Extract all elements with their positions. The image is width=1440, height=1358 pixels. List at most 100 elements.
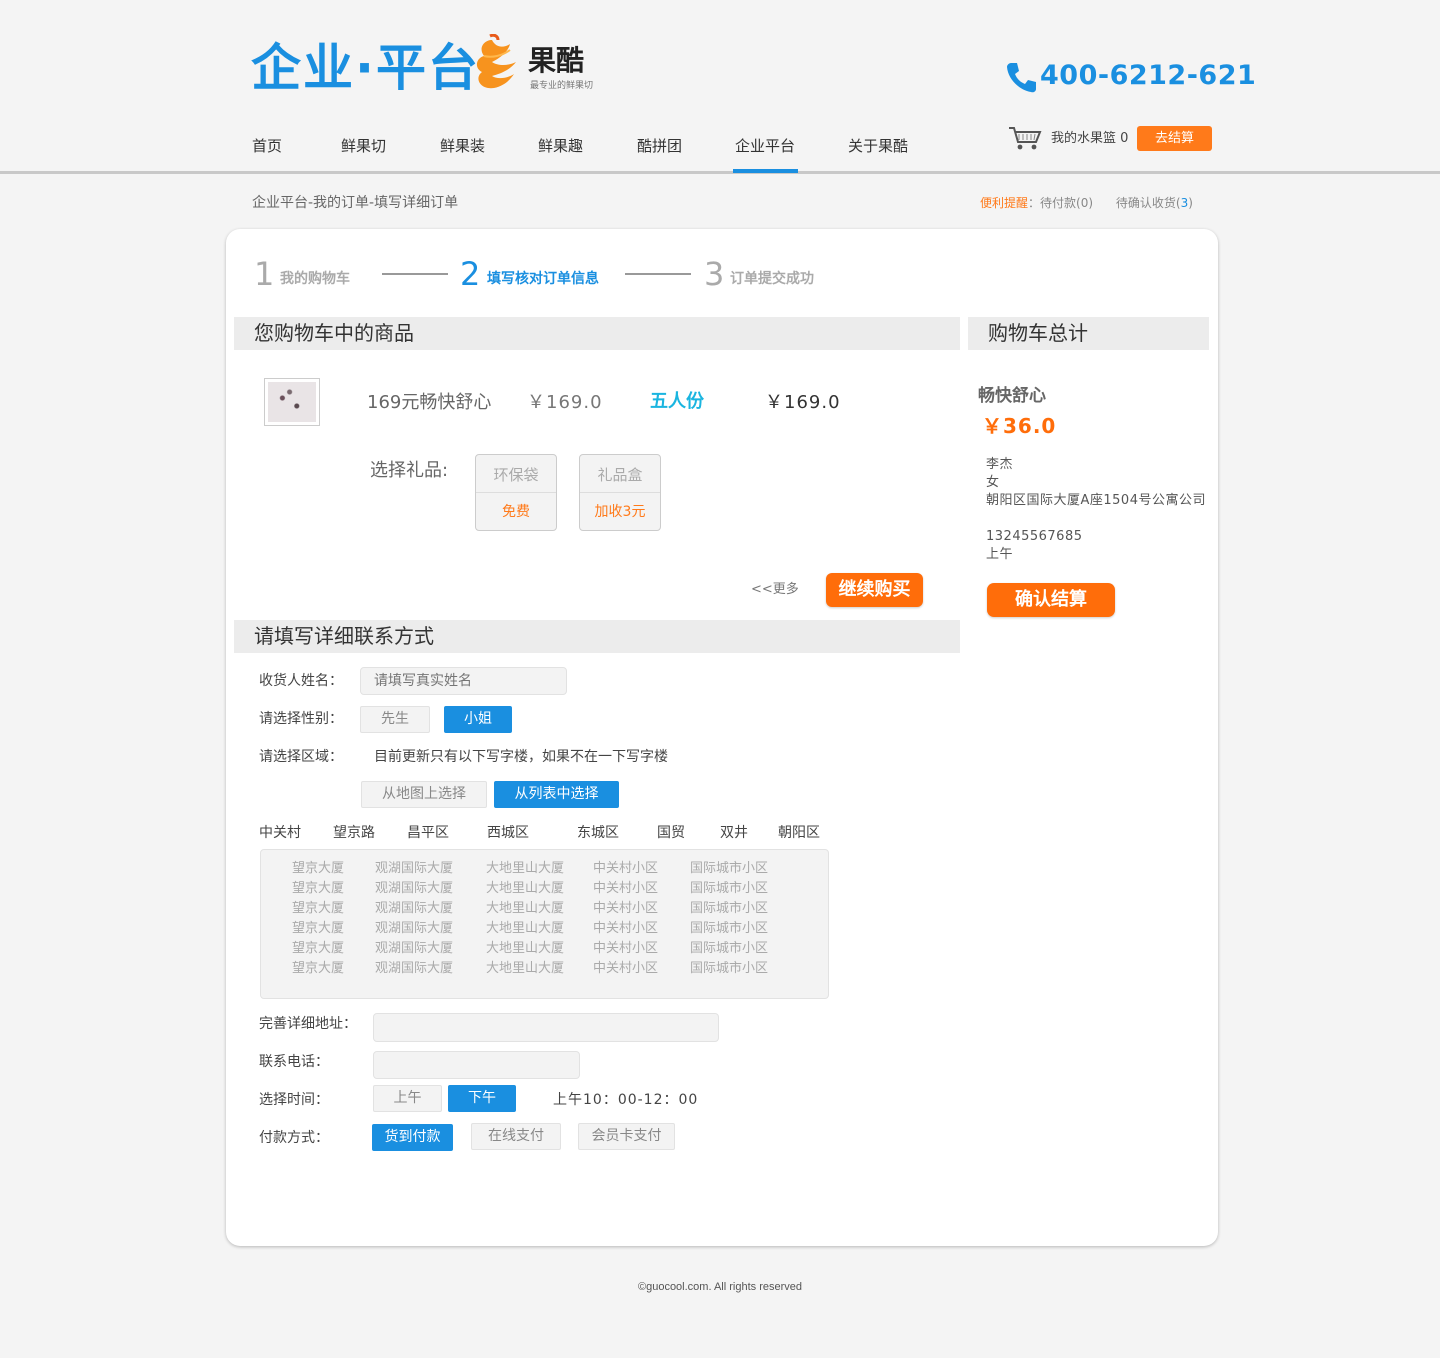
- building-option[interactable]: 中关村小区: [593, 919, 658, 939]
- payment-label: 付款方式：: [259, 1130, 329, 1146]
- building-option[interactable]: 观湖国际大厦: [375, 859, 453, 879]
- shopping-cart-icon[interactable]: [1008, 125, 1042, 151]
- footer-copyright: ©guocool.com. All rights reserved: [637, 1281, 802, 1293]
- summary-phone: 13245567685: [986, 529, 1083, 544]
- step-3-number: 3: [704, 255, 725, 293]
- district-tab[interactable]: 双井: [720, 823, 748, 843]
- time-option-afternoon[interactable]: 下午: [448, 1085, 516, 1112]
- summary-recipient-gender: 女: [986, 475, 1000, 490]
- nav-item-fresh-pack[interactable]: 鲜果装: [440, 134, 485, 158]
- phone-icon: [1007, 63, 1036, 93]
- building-option[interactable]: 观湖国际大厦: [375, 899, 453, 919]
- nav-item-group-buy[interactable]: 酷拼团: [637, 134, 682, 158]
- building-option[interactable]: 望京大厦: [292, 879, 344, 899]
- gift-title: 礼品盒: [580, 455, 660, 493]
- phone-input[interactable]: [373, 1051, 580, 1079]
- building-option[interactable]: 国际城市小区: [690, 859, 768, 879]
- district-tab[interactable]: 望京路: [333, 823, 375, 843]
- product-name[interactable]: 169元畅快舒心: [367, 390, 491, 416]
- pay-option-member-card[interactable]: 会员卡支付: [578, 1123, 675, 1150]
- logo-separator: ·: [355, 39, 376, 97]
- gender-option-ms[interactable]: 小姐: [444, 706, 512, 733]
- summary-time: 上午: [986, 547, 1014, 562]
- building-option[interactable]: 望京大厦: [292, 919, 344, 939]
- building-option[interactable]: 望京大厦: [292, 959, 344, 979]
- building-option[interactable]: 大地里山大厦: [486, 939, 564, 959]
- building-option[interactable]: 观湖国际大厦: [375, 959, 453, 979]
- pending-payment-link[interactable]: 待付款(0): [1040, 196, 1093, 210]
- select-from-map-button[interactable]: 从地图上选择: [361, 781, 487, 808]
- gift-option-gift-box[interactable]: 礼品盒 加收3元: [579, 454, 661, 531]
- platform-logo[interactable]: 企业·平台: [251, 38, 480, 98]
- district-tab[interactable]: 西城区: [487, 823, 529, 843]
- cart-items-heading: 您购物车中的商品: [234, 317, 960, 350]
- more-link[interactable]: <<更多: [751, 580, 799, 600]
- pending-receive-link[interactable]: 待确认收货(3): [1116, 196, 1193, 210]
- step-1-number: 1: [254, 255, 275, 293]
- brand-tagline: 最专业的鲜果切: [530, 81, 594, 91]
- district-tab[interactable]: 昌平区: [407, 823, 449, 843]
- summary-item-name: 畅快舒心: [978, 386, 1046, 406]
- building-option[interactable]: 国际城市小区: [690, 899, 768, 919]
- select-from-list-button[interactable]: 从列表中选择: [494, 781, 619, 808]
- confirm-checkout-button[interactable]: 确认结算: [987, 583, 1115, 617]
- detailed-address-input[interactable]: [373, 1013, 719, 1042]
- recipient-name-label: 收货人姓名：: [259, 673, 343, 689]
- pay-option-cod[interactable]: 货到付款: [372, 1124, 453, 1151]
- address-label: 完善详细地址：: [259, 1016, 357, 1032]
- order-reminder: 便利提醒：待付款(0) 待确认收货(3): [980, 194, 1193, 212]
- summary-address: 朝阳区国际大厦A座1504号公寓公司: [986, 493, 1206, 508]
- building-option[interactable]: 大地里山大厦: [486, 919, 564, 939]
- fruit-basket-count: 0: [1120, 131, 1129, 146]
- product-portion: 五人份: [650, 391, 704, 412]
- building-option[interactable]: 观湖国际大厦: [375, 879, 453, 899]
- nav-item-enterprise[interactable]: 企业平台: [735, 134, 795, 158]
- nav-item-fresh-cut[interactable]: 鲜果切: [341, 134, 386, 158]
- building-option[interactable]: 中关村小区: [593, 879, 658, 899]
- building-option[interactable]: 望京大厦: [292, 939, 344, 959]
- step-1-label: 我的购物车: [280, 271, 350, 287]
- gender-option-mr[interactable]: 先生: [360, 706, 430, 733]
- building-option[interactable]: 观湖国际大厦: [375, 939, 453, 959]
- district-tab[interactable]: 中关村: [259, 823, 301, 843]
- building-option[interactable]: 望京大厦: [292, 859, 344, 879]
- nav-item-about[interactable]: 关于果酷: [848, 134, 908, 158]
- building-option[interactable]: 中关村小区: [593, 959, 658, 979]
- gift-price: 加收3元: [594, 504, 646, 520]
- building-option[interactable]: 国际城市小区: [690, 919, 768, 939]
- gift-label: 选择礼品:: [370, 460, 449, 481]
- building-option[interactable]: 大地里山大厦: [486, 959, 564, 979]
- building-option[interactable]: 国际城市小区: [690, 879, 768, 899]
- region-label: 请选择区域：: [259, 749, 343, 765]
- building-option[interactable]: 大地里山大厦: [486, 879, 564, 899]
- district-tab[interactable]: 东城区: [577, 823, 619, 843]
- recipient-name-input[interactable]: [360, 667, 567, 695]
- pay-option-online[interactable]: 在线支付: [471, 1123, 561, 1150]
- building-option[interactable]: 观湖国际大厦: [375, 919, 453, 939]
- building-option[interactable]: 中关村小区: [593, 859, 658, 879]
- nav-item-fresh-fun[interactable]: 鲜果趣: [538, 134, 583, 158]
- product-price: ￥169.0: [527, 392, 603, 413]
- step-2-number: 2: [460, 255, 481, 293]
- building-option[interactable]: 望京大厦: [292, 899, 344, 919]
- building-option[interactable]: 国际城市小区: [690, 959, 768, 979]
- summary-recipient-name: 李杰: [986, 457, 1014, 472]
- building-option[interactable]: 中关村小区: [593, 939, 658, 959]
- gift-option-eco-bag[interactable]: 环保袋 免费: [475, 454, 557, 531]
- district-tab[interactable]: 朝阳区: [778, 823, 820, 843]
- pending-receive-prefix: 待确认收货(: [1115, 196, 1181, 210]
- building-option[interactable]: 大地里山大厦: [486, 859, 564, 879]
- district-tab[interactable]: 国贸: [657, 823, 685, 843]
- continue-shopping-button[interactable]: 继续购买: [826, 573, 923, 607]
- fruit-basket-text: 我的水果篮: [1051, 131, 1117, 146]
- time-option-morning[interactable]: 上午: [373, 1085, 442, 1112]
- building-option[interactable]: 大地里山大厦: [486, 899, 564, 919]
- step-3-label: 订单提交成功: [730, 271, 814, 287]
- header-checkout-button[interactable]: 去结算: [1137, 126, 1212, 151]
- building-option[interactable]: 国际城市小区: [690, 939, 768, 959]
- gift-title: 环保袋: [476, 455, 556, 493]
- product-thumbnail[interactable]: [264, 378, 320, 426]
- nav-item-home[interactable]: 首页: [252, 134, 282, 158]
- building-option[interactable]: 中关村小区: [593, 899, 658, 919]
- fruit-basket-label[interactable]: 我的水果篮 0: [1051, 128, 1128, 150]
